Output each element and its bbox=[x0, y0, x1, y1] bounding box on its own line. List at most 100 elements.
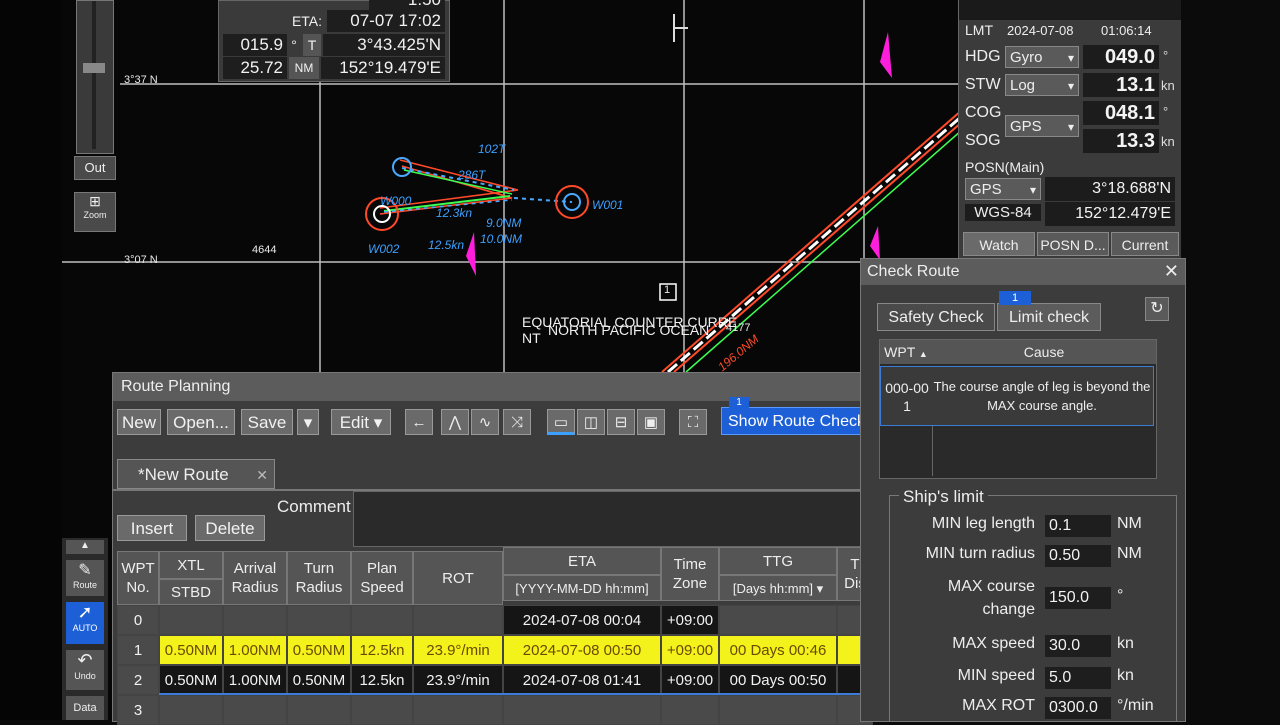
limit-value-field[interactable]: 0300.0 bbox=[1045, 697, 1111, 719]
table-cell-xtl[interactable] bbox=[159, 695, 223, 725]
table-cell-arrival[interactable] bbox=[223, 695, 287, 725]
route-shape-icon[interactable]: ⤨ bbox=[503, 409, 531, 435]
fit-screen-icon[interactable]: ⛶ bbox=[679, 409, 707, 435]
table-cell-speed[interactable]: 12.5kn bbox=[351, 635, 413, 665]
layout-inset-icon[interactable]: ▣ bbox=[637, 409, 665, 435]
route-tab[interactable]: *New Route ✕ bbox=[117, 459, 275, 489]
edit-menu-button[interactable]: Edit ▾ bbox=[331, 409, 391, 435]
col-arrival-radius[interactable]: Arrival Radius bbox=[223, 551, 287, 605]
table-cell-wpt[interactable]: 0 bbox=[117, 605, 159, 635]
route-mode-button[interactable]: ✎ Route bbox=[66, 560, 104, 596]
check-route-title[interactable]: Check Route bbox=[861, 259, 1185, 285]
comment-field[interactable] bbox=[353, 491, 873, 547]
col-turn-radius[interactable]: Turn Radius bbox=[287, 551, 351, 605]
col-eta[interactable]: ETA bbox=[503, 547, 661, 575]
col-cause-header[interactable]: Cause bbox=[932, 340, 1156, 364]
collapse-icon[interactable]: ▲ bbox=[66, 540, 104, 554]
table-cell-tz[interactable]: +09:00 bbox=[661, 665, 719, 695]
col-wpt-no[interactable]: WPT No. bbox=[117, 551, 159, 605]
zoom-button[interactable]: ⊞ Zoom bbox=[74, 192, 116, 232]
tab-watch[interactable]: Watch bbox=[963, 232, 1035, 256]
check-result-row[interactable]: 000-001 The course angle of leg is beyon… bbox=[880, 366, 1154, 426]
layout-vertical-icon[interactable]: ◫ bbox=[577, 409, 605, 435]
table-cell-wpt[interactable]: 2 bbox=[117, 665, 159, 695]
col-ttg[interactable]: TTG bbox=[719, 547, 837, 575]
table-cell-ttg[interactable] bbox=[719, 605, 837, 635]
close-tab-icon[interactable]: ✕ bbox=[256, 460, 268, 490]
table-cell-eta[interactable]: 2024-07-08 00:50 bbox=[503, 635, 661, 665]
wave-icon[interactable]: ∿ bbox=[471, 409, 499, 435]
table-cell-xtl[interactable] bbox=[159, 605, 223, 635]
zoom-out-button[interactable]: Out bbox=[74, 156, 116, 180]
open-route-button[interactable]: Open... bbox=[167, 409, 235, 435]
table-cell-arrival[interactable] bbox=[223, 605, 287, 635]
table-cell-speed[interactable]: 12.5kn bbox=[351, 665, 413, 695]
table-cell-tz[interactable] bbox=[661, 695, 719, 725]
table-cell-arrival[interactable]: 1.00NM bbox=[223, 665, 287, 695]
limit-value-field[interactable]: 0.50 bbox=[1045, 545, 1111, 567]
table-cell-xtl[interactable]: 0.50NM bbox=[159, 665, 223, 695]
show-route-check-button[interactable]: Show Route Check bbox=[721, 407, 873, 435]
wp-label-w001[interactable]: W001 bbox=[592, 198, 623, 212]
col-xtl[interactable]: XTL bbox=[159, 551, 223, 579]
wp-label-w002[interactable]: W002 bbox=[368, 242, 399, 256]
wp-label-w000[interactable]: W000 bbox=[380, 194, 411, 208]
table-cell-rot[interactable] bbox=[413, 605, 503, 635]
delete-button[interactable]: Delete bbox=[195, 515, 265, 541]
data-button[interactable]: Data bbox=[66, 696, 104, 720]
zoom-handle[interactable] bbox=[83, 63, 105, 73]
table-cell-rot[interactable]: 23.9°/min bbox=[413, 635, 503, 665]
table-cell-wpt[interactable]: 1 bbox=[117, 635, 159, 665]
zoom-slider[interactable] bbox=[76, 0, 114, 154]
new-route-button[interactable]: New bbox=[117, 409, 161, 435]
table-cell-wpt[interactable]: 3 bbox=[117, 695, 159, 725]
undo-button[interactable]: ↶ Undo bbox=[66, 650, 104, 690]
tab-posn-data[interactable]: POSN D... bbox=[1037, 232, 1109, 256]
posn-source-select[interactable]: GPS bbox=[965, 178, 1041, 201]
angle-icon[interactable]: ⋀ bbox=[441, 409, 469, 435]
back-arrow-icon[interactable]: ← bbox=[405, 409, 433, 435]
auto-mode-button[interactable]: ➚ AUTO bbox=[66, 602, 104, 644]
col-ttg-format[interactable]: [Days hh:mm] ▾ bbox=[719, 575, 837, 601]
table-cell-rot[interactable] bbox=[413, 695, 503, 725]
limit-value-field[interactable]: 5.0 bbox=[1045, 667, 1111, 689]
cog-sog-source-select[interactable]: GPS bbox=[1005, 115, 1079, 138]
table-cell-ttg[interactable]: 00 Days 00:50 bbox=[719, 665, 837, 695]
table-cell-eta[interactable]: 2024-07-08 01:41 bbox=[503, 665, 661, 695]
layout-single-icon[interactable]: ▭ bbox=[547, 409, 575, 435]
save-dropdown-button[interactable]: ▾ bbox=[297, 409, 319, 435]
table-cell-xtl[interactable]: 0.50NM bbox=[159, 635, 223, 665]
table-cell-eta[interactable]: 2024-07-08 00:04 bbox=[503, 605, 661, 635]
layout-horizontal-icon[interactable]: ⊟ bbox=[607, 409, 635, 435]
tab-current[interactable]: Current bbox=[1111, 232, 1179, 256]
hdg-source-select[interactable]: Gyro bbox=[1005, 46, 1079, 69]
tab-safety-check[interactable]: Safety Check bbox=[877, 303, 995, 331]
route-planning-title[interactable]: Route Planning bbox=[113, 373, 873, 401]
table-cell-eta[interactable] bbox=[503, 695, 661, 725]
table-cell-turn[interactable]: 0.50NM bbox=[287, 665, 351, 695]
refresh-icon[interactable]: ↻ bbox=[1145, 297, 1169, 321]
table-cell-turn[interactable] bbox=[287, 695, 351, 725]
col-time-zone[interactable]: Time Zone bbox=[661, 547, 719, 601]
table-cell-arrival[interactable]: 1.00NM bbox=[223, 635, 287, 665]
table-cell-turn[interactable] bbox=[287, 605, 351, 635]
table-cell-ttg[interactable] bbox=[719, 695, 837, 725]
table-cell-ttg[interactable]: 00 Days 00:46 bbox=[719, 635, 837, 665]
col-stbd[interactable]: STBD bbox=[159, 579, 223, 605]
limit-value-field[interactable]: 150.0 bbox=[1045, 587, 1111, 609]
tab-limit-check[interactable]: Limit check bbox=[997, 303, 1101, 331]
insert-button[interactable]: Insert bbox=[117, 515, 187, 541]
limit-value-field[interactable]: 0.1 bbox=[1045, 515, 1111, 537]
col-plan-speed[interactable]: Plan Speed bbox=[351, 551, 413, 605]
col-rot[interactable]: ROT bbox=[413, 551, 503, 605]
table-cell-tz[interactable]: +09:00 bbox=[661, 605, 719, 635]
table-cell-turn[interactable]: 0.50NM bbox=[287, 635, 351, 665]
table-cell-speed[interactable] bbox=[351, 605, 413, 635]
save-route-button[interactable]: Save bbox=[241, 409, 293, 435]
table-cell-speed[interactable] bbox=[351, 695, 413, 725]
col-wpt-header[interactable]: WPT ▲ bbox=[880, 340, 933, 364]
table-cell-tz[interactable]: +09:00 bbox=[661, 635, 719, 665]
close-icon[interactable]: ✕ bbox=[1164, 261, 1179, 282]
table-cell-rot[interactable]: 23.9°/min bbox=[413, 665, 503, 695]
stw-source-select[interactable]: Log bbox=[1005, 74, 1079, 97]
